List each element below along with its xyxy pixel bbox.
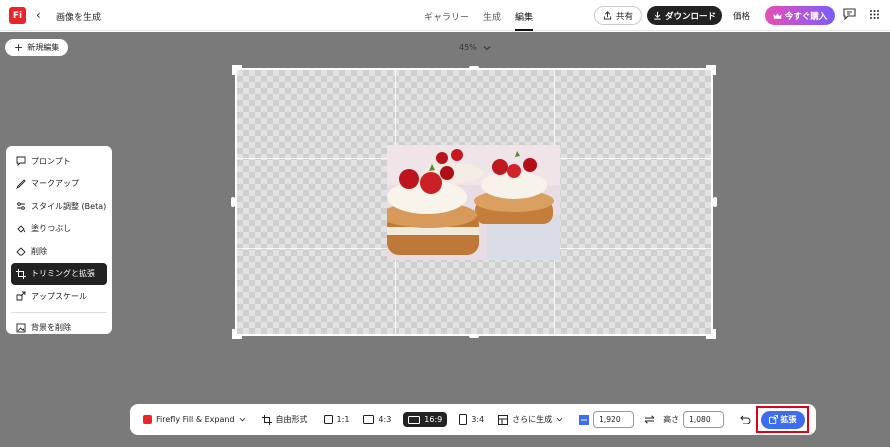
- width-input[interactable]: 1,920: [593, 411, 635, 428]
- crop-handle-top[interactable]: [469, 66, 479, 70]
- tab-gallery[interactable]: ギャラリー: [424, 10, 469, 23]
- share-button[interactable]: 共有: [594, 6, 643, 25]
- wide-rectangle-icon: [408, 415, 421, 424]
- layout-icon: [498, 414, 509, 425]
- more-generate-label: さらに生成: [512, 415, 553, 424]
- tool-label: 背景を削除: [31, 323, 71, 333]
- share-label: 共有: [616, 11, 634, 22]
- undo-button[interactable]: [740, 415, 751, 424]
- ratio-label: 4:3: [378, 415, 392, 424]
- edit-tools-panel: プロンプト マークアップ スタイル調整 (Beta) 塗りつぶし 削除 トリミン…: [6, 146, 112, 334]
- crown-icon: [773, 12, 782, 19]
- feedback-icon[interactable]: [843, 8, 856, 20]
- zoom-control[interactable]: 45%: [459, 43, 491, 52]
- download-icon: [654, 11, 661, 20]
- more-generate-dropdown[interactable]: さらに生成: [498, 414, 563, 425]
- tool-label: トリミングと拡張: [31, 269, 95, 279]
- rectangle-icon: [363, 415, 375, 424]
- fill-icon: [17, 225, 26, 233]
- expand-highlight: 拡張: [756, 406, 809, 433]
- undo-icon: [740, 415, 751, 424]
- firefly-icon: [143, 415, 152, 424]
- square-icon: [323, 415, 333, 424]
- tool-label: マークアップ: [31, 179, 79, 189]
- ratio-label: 1:1: [336, 415, 350, 424]
- height-label: 高さ: [663, 415, 680, 424]
- page-title: 画像を生成: [56, 13, 102, 23]
- tool-crop-expand[interactable]: トリミングと拡張: [11, 262, 107, 285]
- buy-now-button[interactable]: 今すぐ購入: [765, 6, 835, 25]
- width-icon: [579, 414, 590, 425]
- tool-style-adjust[interactable]: スタイル調整 (Beta): [11, 195, 107, 218]
- chevron-down-icon: [556, 417, 563, 422]
- crop-toolbar: Firefly Fill & Expand 自由形式 1:1 4:3 16:9 …: [130, 404, 816, 435]
- model-label: Firefly Fill & Expand: [156, 415, 235, 424]
- tool-prompt[interactable]: プロンプト: [11, 150, 107, 173]
- tool-label: プロンプト: [31, 156, 71, 166]
- main-nav: ギャラリー 生成 編集: [424, 10, 534, 31]
- upscale-icon: [16, 291, 26, 301]
- buy-now-label: 今すぐ購入: [784, 11, 828, 22]
- chevron-down-icon: [483, 45, 491, 50]
- width-control: 1,920: [579, 411, 635, 428]
- crop-handle-bottom-right[interactable]: [706, 329, 716, 339]
- ratio-label: 16:9: [424, 415, 443, 424]
- crop-handle-top-left[interactable]: [232, 65, 242, 75]
- crop-icon: [16, 268, 26, 279]
- tab-edit[interactable]: 編集: [515, 10, 534, 31]
- crop-handle-bottom-left[interactable]: [232, 329, 242, 339]
- share-icon: [603, 11, 612, 20]
- ratio-3-4-option[interactable]: 3:4: [459, 414, 484, 425]
- crop-handle-right[interactable]: [713, 197, 717, 207]
- tool-label: アップスケール: [31, 291, 87, 301]
- ratio-16-9-option[interactable]: 16:9: [403, 412, 448, 427]
- tool-remove-background[interactable]: 背景を削除: [11, 317, 107, 340]
- erase-icon: [16, 247, 26, 256]
- remove-background-icon: [16, 323, 26, 333]
- tool-fill[interactable]: 塗りつぶし: [11, 218, 107, 241]
- crop-icon: [261, 414, 272, 425]
- swap-icon: [644, 415, 655, 424]
- height-control: 高さ 1,080: [663, 411, 725, 428]
- freeform-option[interactable]: 自由形式: [261, 414, 308, 425]
- price-link[interactable]: 価格: [733, 10, 750, 22]
- panel-divider: [11, 311, 107, 313]
- freeform-label: 自由形式: [275, 415, 308, 424]
- tool-upscale[interactable]: アップスケール: [11, 285, 107, 308]
- prompt-icon: [16, 156, 26, 167]
- tool-markup[interactable]: マークアップ: [11, 173, 107, 196]
- download-button[interactable]: ダウンロード: [647, 6, 722, 25]
- app-header: Fi ‹ 画像を生成 ギャラリー 生成 編集 共有 ダウンロード 価格 今すぐ購…: [0, 0, 890, 31]
- new-edit-label: 新規編集: [27, 43, 60, 52]
- portrait-rectangle-icon: [459, 414, 468, 425]
- source-image[interactable]: [387, 145, 560, 260]
- crop-handle-top-right[interactable]: [706, 65, 716, 75]
- style-adjust-icon: [17, 202, 25, 210]
- download-label: ダウンロード: [664, 11, 716, 22]
- ratio-4-3-option[interactable]: 4:3: [363, 415, 391, 424]
- expand-icon: [768, 415, 778, 424]
- crop-handle-left[interactable]: [231, 197, 235, 207]
- ratio-1-1-option[interactable]: 1:1: [323, 415, 350, 424]
- expand-button[interactable]: 拡張: [760, 410, 805, 429]
- tool-label: 塗りつぶし: [31, 224, 72, 234]
- tool-label: スタイル調整 (Beta): [31, 201, 107, 211]
- firefly-logo[interactable]: Fi: [9, 7, 26, 24]
- tab-generate[interactable]: 生成: [483, 10, 501, 23]
- model-selector[interactable]: Firefly Fill & Expand: [143, 415, 246, 424]
- plus-icon: +: [14, 41, 24, 54]
- height-input[interactable]: 1,080: [683, 411, 725, 428]
- apps-grid-icon[interactable]: [869, 9, 880, 20]
- chevron-left-icon[interactable]: ‹: [36, 8, 41, 22]
- swap-dimensions-button[interactable]: [644, 415, 655, 424]
- tool-label: 削除: [31, 246, 47, 256]
- tool-erase[interactable]: 削除: [11, 240, 107, 263]
- ratio-label: 3:4: [471, 415, 485, 424]
- new-edit-button[interactable]: + 新規編集: [5, 39, 69, 56]
- chevron-down-icon: [239, 417, 245, 422]
- markup-icon: [16, 179, 26, 189]
- expand-label: 拡張: [780, 415, 797, 424]
- crop-handle-bottom[interactable]: [469, 334, 479, 338]
- zoom-value: 45%: [459, 43, 477, 52]
